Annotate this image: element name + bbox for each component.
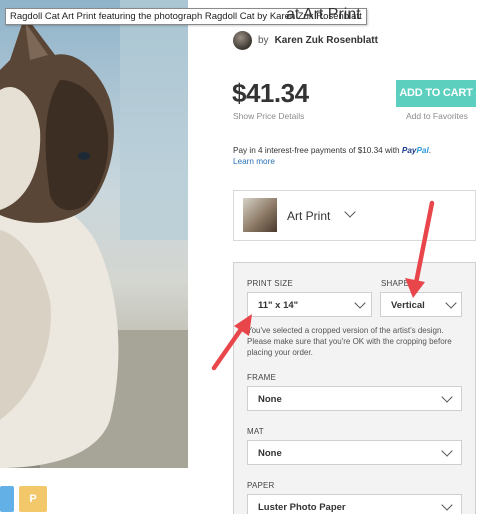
artist-prefix: by [258, 35, 269, 46]
add-to-favorites-link[interactable]: Add to Favorites [406, 111, 468, 121]
add-to-cart-button[interactable]: ADD TO CART [396, 80, 476, 107]
paypal-logo: PayPal [402, 146, 429, 155]
product-type-label: Art Print [287, 209, 331, 223]
shape-value: Vertical [391, 300, 425, 311]
artist-avatar[interactable] [233, 31, 252, 50]
shape-label: SHAPE [381, 279, 410, 288]
product-photo[interactable] [0, 0, 188, 468]
artist-name[interactable]: Karen Zuk Rosenblatt [275, 35, 378, 46]
print-size-select[interactable]: 11" x 14" [247, 292, 372, 317]
chevron-down-icon [441, 391, 453, 403]
show-price-details-link[interactable]: Show Price Details [233, 111, 304, 121]
pinterest-icon: P [29, 493, 37, 505]
shape-select[interactable]: Vertical [380, 292, 462, 317]
price: $41.34 [232, 78, 309, 108]
crop-warning-note: You've selected a cropped version of the… [247, 326, 452, 357]
chevron-down-icon [344, 206, 356, 218]
learn-more-link[interactable]: Learn more [233, 157, 275, 166]
paypal-installments: Pay in 4 interest-free payments of $10.3… [233, 145, 431, 167]
print-size-value: 11" x 14" [258, 300, 299, 311]
paypal-text: Pay in 4 interest-free payments of $10.3… [233, 146, 400, 155]
paypal-logo-pay: Pay [401, 146, 417, 155]
paypal-logo-pal: Pal [416, 146, 429, 155]
mat-select[interactable]: None [247, 440, 462, 465]
pinterest-share-button[interactable]: P [19, 486, 47, 512]
paypal-period: . [428, 146, 432, 155]
frame-value: None [258, 394, 282, 405]
artist-row[interactable]: by Karen Zuk Rosenblatt [233, 31, 378, 50]
chevron-down-icon [445, 297, 457, 309]
mat-label: MAT [247, 427, 264, 436]
product-title: at Art Print [286, 6, 361, 23]
print-size-label: PRINT SIZE [247, 279, 293, 288]
frame-select[interactable]: None [247, 386, 462, 411]
frame-label: FRAME [247, 373, 276, 382]
paper-select[interactable]: Luster Photo Paper [247, 494, 462, 514]
twitter-share-button[interactable] [0, 486, 14, 512]
cat-image [0, 0, 188, 468]
paper-value: Luster Photo Paper [258, 502, 346, 513]
chevron-down-icon [441, 499, 453, 511]
mat-value: None [258, 448, 282, 459]
chevron-down-icon [354, 297, 366, 309]
paper-label: PAPER [247, 481, 275, 490]
product-thumbnail [243, 198, 277, 232]
product-type-selector[interactable]: Art Print [233, 190, 476, 241]
chevron-down-icon [441, 445, 453, 457]
